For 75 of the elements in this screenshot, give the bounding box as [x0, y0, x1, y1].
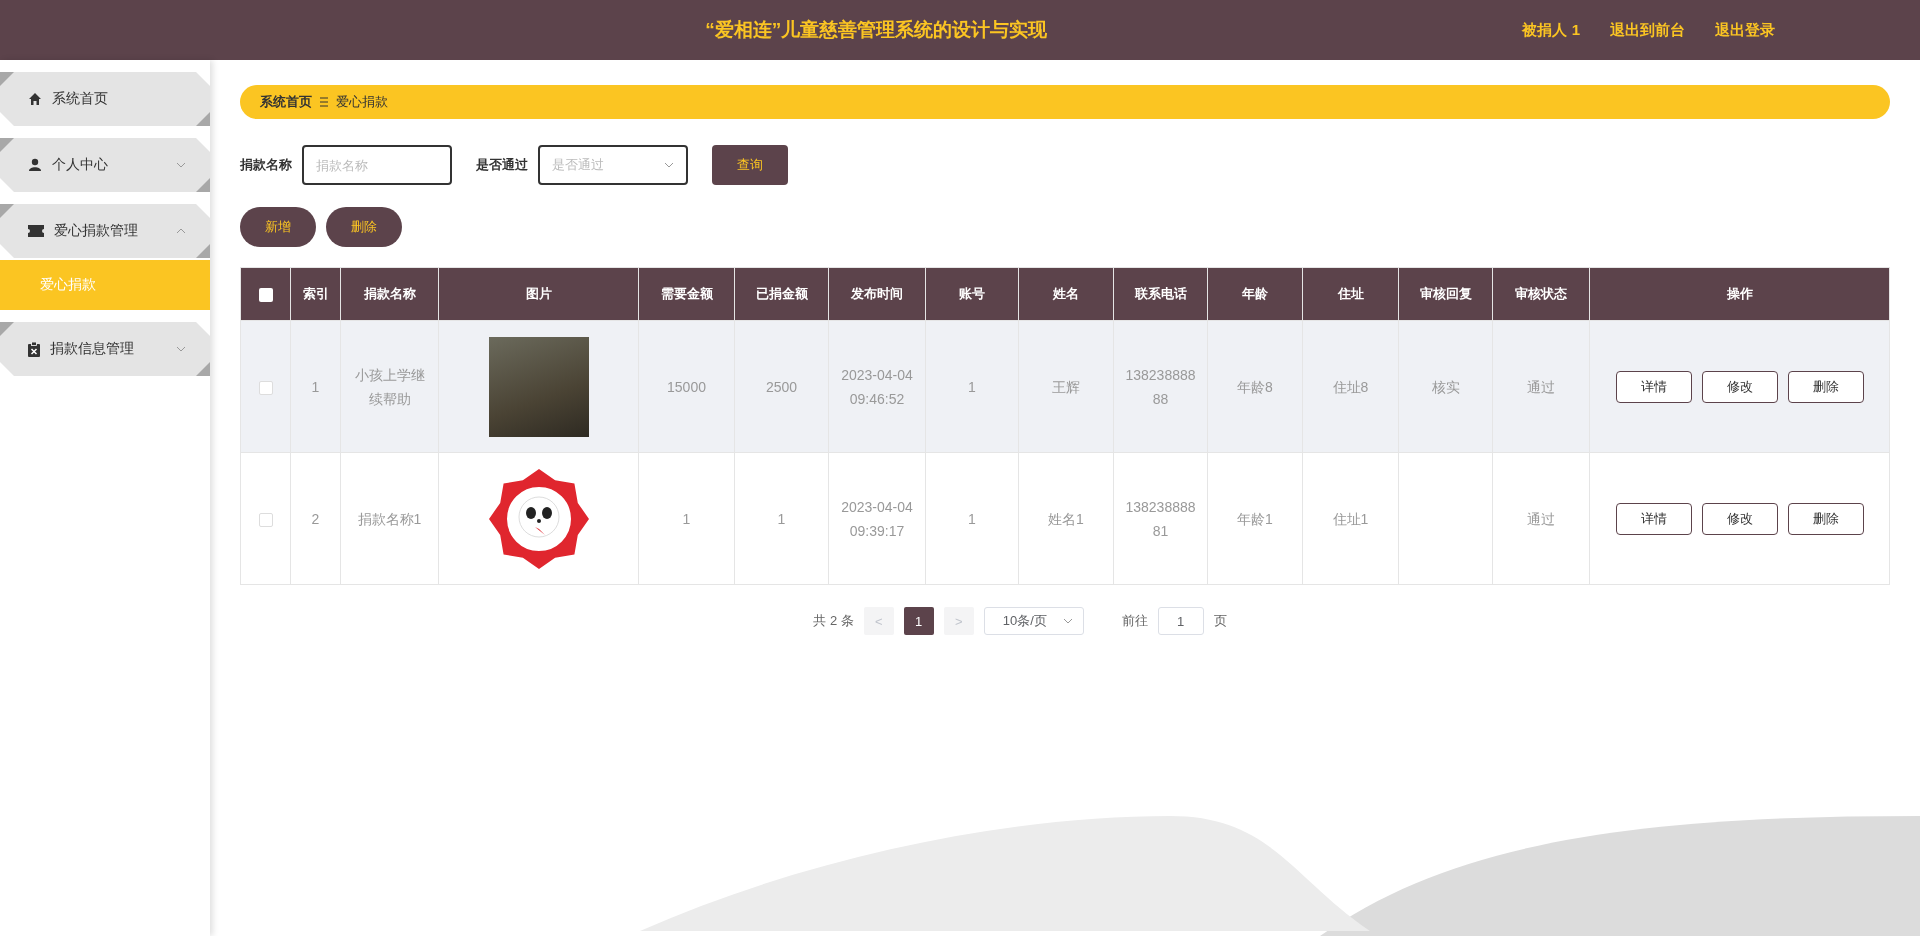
ticket-icon [28, 225, 44, 237]
table-cell: 王辉 [1052, 378, 1080, 395]
table-cell: 捐款名称1 [357, 510, 422, 527]
user-icon [28, 158, 42, 172]
checkbox[interactable] [258, 380, 273, 395]
chevron-down-icon [664, 162, 674, 168]
goto-label: 页 [1213, 612, 1227, 630]
clipboard-icon [28, 341, 40, 357]
table-cell: 1 [777, 510, 786, 527]
table-cell: 1 [682, 510, 691, 527]
table-cell: 通过 [1527, 510, 1555, 527]
table-cell: 1 [311, 378, 320, 395]
breadcrumb-link[interactable]: 爱心捐款 [336, 93, 388, 111]
column-header: 审核状态 [1515, 286, 1567, 301]
header-link[interactable]: 退出登录 [1715, 20, 1775, 40]
column-header: 年龄 [1242, 286, 1268, 301]
column-header: 姓名 [1053, 286, 1079, 301]
table-cell: 2023-04-04 09:39:17 [841, 498, 913, 539]
table-cell: 2500 [765, 378, 798, 395]
column-header: 已捐金额 [755, 286, 808, 301]
table-cell: 姓名1 [1048, 510, 1084, 527]
field-label: 是否通过 [476, 156, 528, 174]
app-title: “爱相连”儿童慈善管理系统的设计与实现 [704, 18, 1049, 42]
column-header: 操作 [1726, 286, 1753, 301]
sidebar-item[interactable]: 捐款信息管理 [0, 322, 210, 376]
table-cell: 2023-04-04 09:46:52 [841, 366, 913, 407]
row-action-button[interactable]: 详情 [1615, 370, 1692, 403]
table-cell: 年龄1 [1237, 510, 1273, 527]
checkbox[interactable] [258, 287, 273, 302]
row-action-button[interactable]: 删除 [1787, 370, 1864, 403]
row-action-button[interactable]: 修改 [1701, 370, 1778, 403]
action-button[interactable]: 新增 [240, 207, 316, 247]
column-header: 审核回复 [1419, 286, 1472, 301]
breadcrumb-link[interactable]: 系统首页 [260, 93, 312, 111]
table-cell: 小孩上学继续帮助 [354, 366, 425, 407]
table-cell: 15000 [667, 378, 706, 395]
search-button[interactable]: 查询 [712, 145, 788, 185]
column-header: 图片 [525, 286, 552, 301]
sidebar-item[interactable]: 爱心捐款管理 [0, 204, 210, 258]
page-number-button[interactable]: 1 [903, 607, 934, 635]
table-cell: 13823888888 [1125, 366, 1196, 407]
column-header: 索引 [302, 286, 329, 301]
table-cell: 2 [311, 510, 320, 527]
sidebar-item[interactable]: 系统首页 [0, 72, 210, 126]
field-label: 捐款名称 [240, 156, 292, 174]
table-cell: 住址1 [1332, 510, 1369, 527]
column-header: 捐款名称 [363, 286, 416, 301]
table-cell: 通过 [1527, 378, 1555, 395]
table-cell: 年龄8 [1237, 378, 1273, 395]
table-cell: 核实 [1431, 378, 1460, 395]
chevron-down-icon [1062, 618, 1073, 624]
page-input[interactable]: 1 [1157, 607, 1204, 635]
column-header: 账号 [959, 286, 985, 301]
column-header: 联系电话 [1134, 286, 1187, 301]
table-cell: 住址8 [1332, 378, 1369, 395]
row-action-button[interactable]: 删除 [1787, 502, 1864, 535]
row-action-button[interactable]: 修改 [1701, 502, 1778, 535]
table-cell: 13823888881 [1125, 498, 1196, 539]
separator-icon [320, 97, 328, 107]
column-header: 需要金额 [660, 286, 713, 301]
header-link[interactable]: 被捐人 1 [1522, 20, 1580, 40]
column-header: 发布时间 [851, 286, 903, 301]
home-icon [28, 92, 42, 106]
page-size-select[interactable]: 10条/页 [983, 607, 1084, 635]
row-action-button[interactable]: 详情 [1615, 502, 1692, 535]
column-header: 住址 [1337, 286, 1364, 301]
sidebar-item[interactable]: 个人中心 [0, 138, 210, 192]
total-count: 共 2 条 [813, 612, 854, 630]
search-field[interactable]: 捐款名称 [302, 145, 452, 185]
table-cell: 1 [968, 378, 976, 395]
checkbox[interactable] [258, 512, 273, 527]
action-button[interactable]: 删除 [326, 207, 402, 247]
table-cell: 1 [968, 510, 976, 527]
goto-label: 前往 [1121, 612, 1148, 630]
header-link[interactable]: 退出到前台 [1610, 20, 1685, 40]
